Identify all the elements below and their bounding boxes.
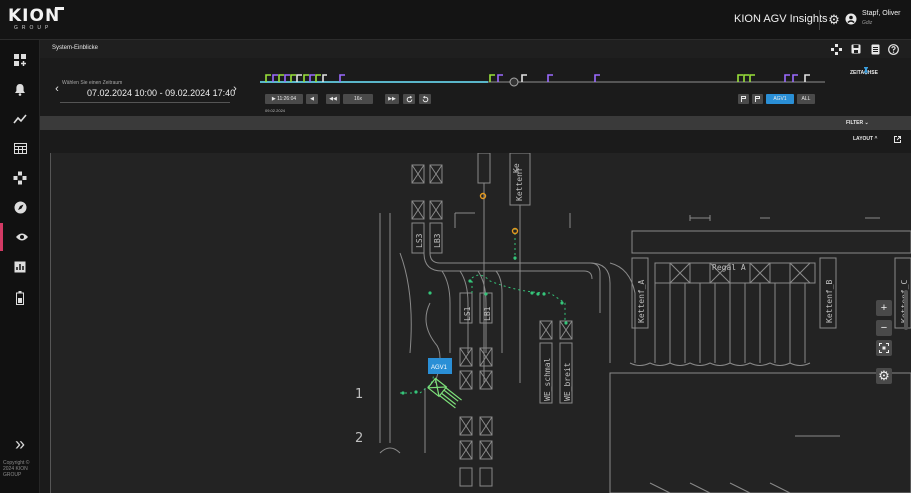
period-hint: Wählen Sie einen Zeitraum	[62, 80, 123, 86]
gear-icon[interactable]: ⚙	[827, 12, 841, 26]
timeline-events-mid	[489, 74, 600, 82]
kion-logo: KION GROUP	[8, 6, 68, 34]
filter-toggle-2[interactable]	[752, 94, 763, 104]
map-layout: Ke Kettenf LS3 LB3 LS1 LB1 WE_schmal WE_…	[50, 153, 911, 493]
filter-toggle-1[interactable]	[738, 94, 749, 104]
step-back-button[interactable]: ◀	[306, 94, 318, 104]
zoom-out-button[interactable]: −	[876, 320, 892, 336]
eye-icon	[15, 233, 28, 241]
agv-tag-label: AGV1	[431, 365, 448, 371]
save-icon[interactable]	[850, 43, 862, 55]
page-title: System-Einblicke	[52, 45, 99, 51]
top-bar: KION GROUP KION AGV Insights ⚙ Stapf, Ol…	[0, 0, 911, 40]
period-underline	[60, 102, 230, 103]
forward-button[interactable]: ▶▶	[385, 94, 399, 104]
label-ls3: LS3	[415, 233, 424, 248]
period-next-button[interactable]: ›	[230, 83, 240, 94]
zone-number-1: 1	[355, 387, 363, 402]
timeline-progress	[260, 81, 488, 83]
speed-selector[interactable]: 16x	[343, 94, 373, 104]
label-lb3: LB3	[433, 233, 442, 248]
reset-icon	[406, 95, 412, 102]
label-kettenf-a: Kettenf_A	[637, 279, 646, 323]
reset-button[interactable]	[403, 94, 415, 104]
fit-icon	[879, 343, 889, 353]
help-icon[interactable]	[887, 43, 899, 55]
timeline-track[interactable]	[260, 70, 830, 88]
zoom-in-button[interactable]: +	[876, 300, 892, 316]
zoom-out-icon: −	[880, 322, 888, 334]
agv-shape	[427, 377, 462, 409]
map-settings-button[interactable]: ⚙	[876, 368, 892, 384]
logo-text: KION	[8, 6, 61, 26]
play-button[interactable]: ▶ 11:26:04	[265, 94, 303, 104]
page-header: System-Einblicke	[40, 40, 911, 58]
sidebar-item-chart[interactable]	[0, 253, 40, 281]
timeline-events-start	[265, 74, 345, 82]
agv-vehicle[interactable]: AGV1	[427, 358, 462, 409]
sidebar: » Copyright © 2024 KION GROUP	[0, 40, 40, 493]
table-icon	[13, 142, 27, 154]
bell-icon	[15, 83, 25, 96]
sidebar-item-battery[interactable]	[0, 284, 40, 312]
copyright-text: Copyright © 2024 KION GROUP	[3, 460, 30, 478]
timeline-events-end	[737, 74, 810, 82]
trend-icon	[13, 114, 27, 124]
sidebar-expand-button[interactable]: »	[0, 430, 40, 458]
period-prev-button[interactable]: ‹	[52, 83, 62, 94]
app-root: KION GROUP KION AGV Insights ⚙ Stapf, Ol…	[0, 0, 911, 493]
sidebar-item-insights[interactable]	[0, 223, 40, 251]
file-icon[interactable]	[869, 43, 881, 55]
timeline-playhead[interactable]	[509, 77, 519, 87]
sidebar-item-compass[interactable]	[0, 193, 40, 221]
header-divider	[819, 10, 820, 30]
chart-icon	[14, 261, 26, 273]
pin-icon[interactable]	[862, 67, 870, 75]
compass-icon	[14, 201, 26, 213]
fit-view-button[interactable]	[876, 340, 892, 356]
user-name[interactable]: Stapf, Oliver	[862, 10, 901, 17]
period-input[interactable]: 07.02.2024 10:00 - 09.02.2024 17:40	[87, 88, 235, 98]
layout-toggle-button[interactable]: LAYOUT ^	[853, 136, 877, 142]
sidebar-item-dashboard[interactable]	[0, 46, 40, 74]
map-structure	[50, 153, 911, 493]
flag-icon	[741, 96, 746, 102]
refresh-button[interactable]	[419, 94, 431, 104]
sidebar-item-alerts[interactable]	[0, 75, 40, 103]
logo-accent-bar	[55, 7, 64, 10]
filter-strip	[40, 116, 911, 130]
sidebar-item-trends[interactable]	[0, 105, 40, 133]
flag-icon	[755, 96, 760, 102]
label-we-schmal: WE_schmal	[543, 357, 552, 401]
sidebar-item-network[interactable]	[0, 164, 40, 192]
rewind-button[interactable]: ◀◀	[326, 94, 340, 104]
app-title: KION AGV Insights	[734, 13, 828, 25]
zoom-in-icon: +	[880, 302, 888, 314]
label-kettenf-b: Kettenf_B	[825, 279, 834, 323]
agv-filter-chip[interactable]: AGV1	[766, 94, 794, 104]
label-kettenf: Kettenf	[515, 167, 524, 201]
label-regal-a: Regal A	[712, 263, 746, 272]
label-ls1: LS1	[463, 306, 472, 321]
sidebar-item-table[interactable]	[0, 134, 40, 162]
battery-icon	[16, 291, 24, 305]
user-icon[interactable]	[844, 12, 858, 26]
timeline-date: 09.02.2024	[265, 108, 286, 113]
scrollbar-thumb[interactable]	[904, 290, 908, 330]
filter-toggle-button[interactable]: FILTER ⌄	[846, 120, 869, 126]
external-link-icon[interactable]	[893, 135, 901, 143]
logo-subtext: GROUP	[14, 25, 53, 31]
network-icon	[13, 171, 27, 185]
warehouse-map[interactable]: Ke Kettenf LS3 LB3 LS1 LB1 WE_schmal WE_…	[50, 153, 911, 493]
label-lb1: LB1	[483, 306, 492, 321]
refresh-icon	[422, 95, 428, 102]
marker-orange-1[interactable]	[479, 192, 487, 200]
settings-icon: ⚙	[878, 368, 890, 383]
label-we-breit: WE_breit	[563, 362, 572, 401]
dashboard-add-icon	[14, 54, 26, 66]
user-org: Gdiz	[862, 20, 873, 26]
all-filter-chip[interactable]: ALL	[797, 94, 815, 104]
zone-number-2: 2	[355, 431, 363, 446]
move-icon[interactable]	[830, 43, 842, 55]
